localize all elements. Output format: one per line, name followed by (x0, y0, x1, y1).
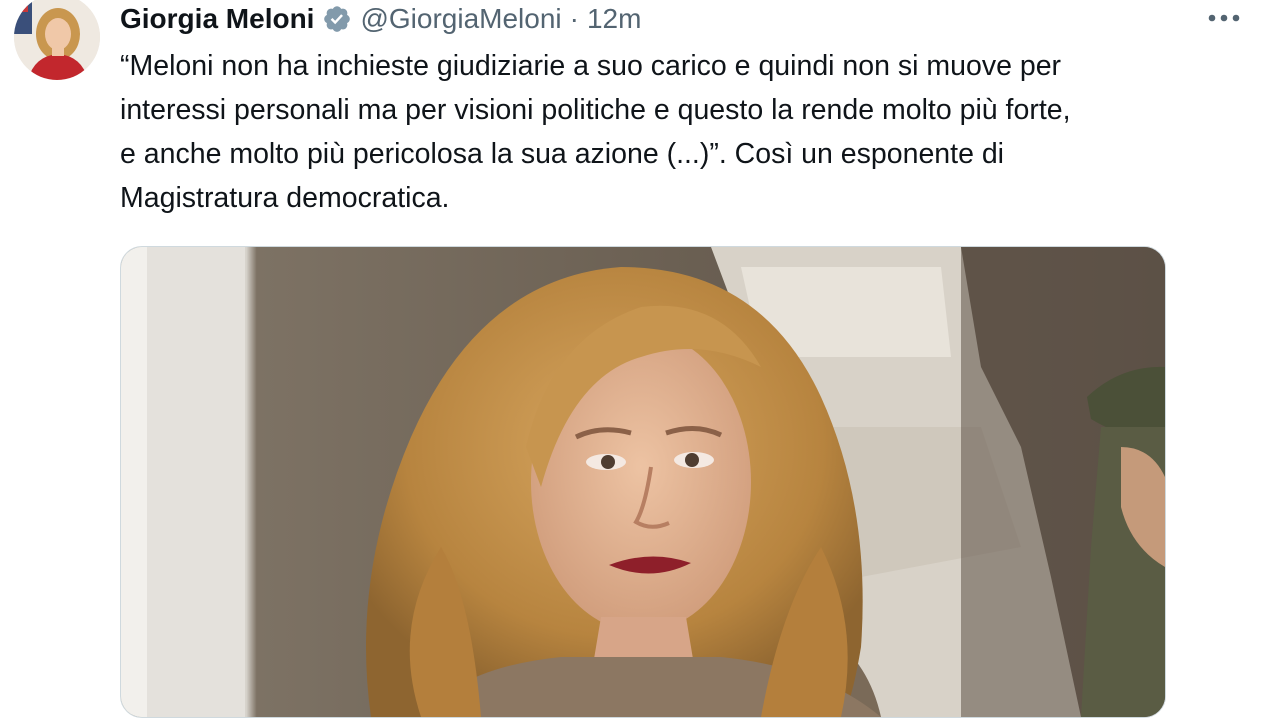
more-horizontal-icon (1208, 14, 1240, 22)
tweet-text-line: e anche molto più pericolosa la sua azio… (120, 138, 1005, 170)
tweet-timestamp[interactable]: 12m (587, 0, 641, 38)
more-options-button[interactable] (1204, 2, 1244, 34)
author-avatar[interactable] (14, 0, 100, 80)
tweet-text-line: “Meloni non ha inchieste giudiziarie a s… (120, 50, 1062, 82)
tweet-text-line: Magistratura democratica. (120, 182, 450, 214)
photo-image (121, 247, 1165, 717)
author-display-name[interactable]: Giorgia Meloni (120, 0, 314, 38)
tweet-header: Giorgia Meloni @GiorgiaMeloni · 12m (120, 0, 641, 38)
tweet-text-line: interessi personali ma per visioni polit… (120, 94, 1071, 126)
author-handle[interactable]: @GiorgiaMeloni (360, 0, 561, 38)
tweet-text: “Meloni non ha inchieste giudiziarie a s… (120, 44, 1260, 220)
separator-dot: · (569, 3, 579, 34)
avatar-photo (14, 0, 100, 80)
tweet-media-photo[interactable] (120, 246, 1166, 718)
tweet-card[interactable]: Giorgia Meloni @GiorgiaMeloni · 12m “Mel… (0, 0, 1280, 718)
verified-badge-icon (322, 4, 352, 34)
